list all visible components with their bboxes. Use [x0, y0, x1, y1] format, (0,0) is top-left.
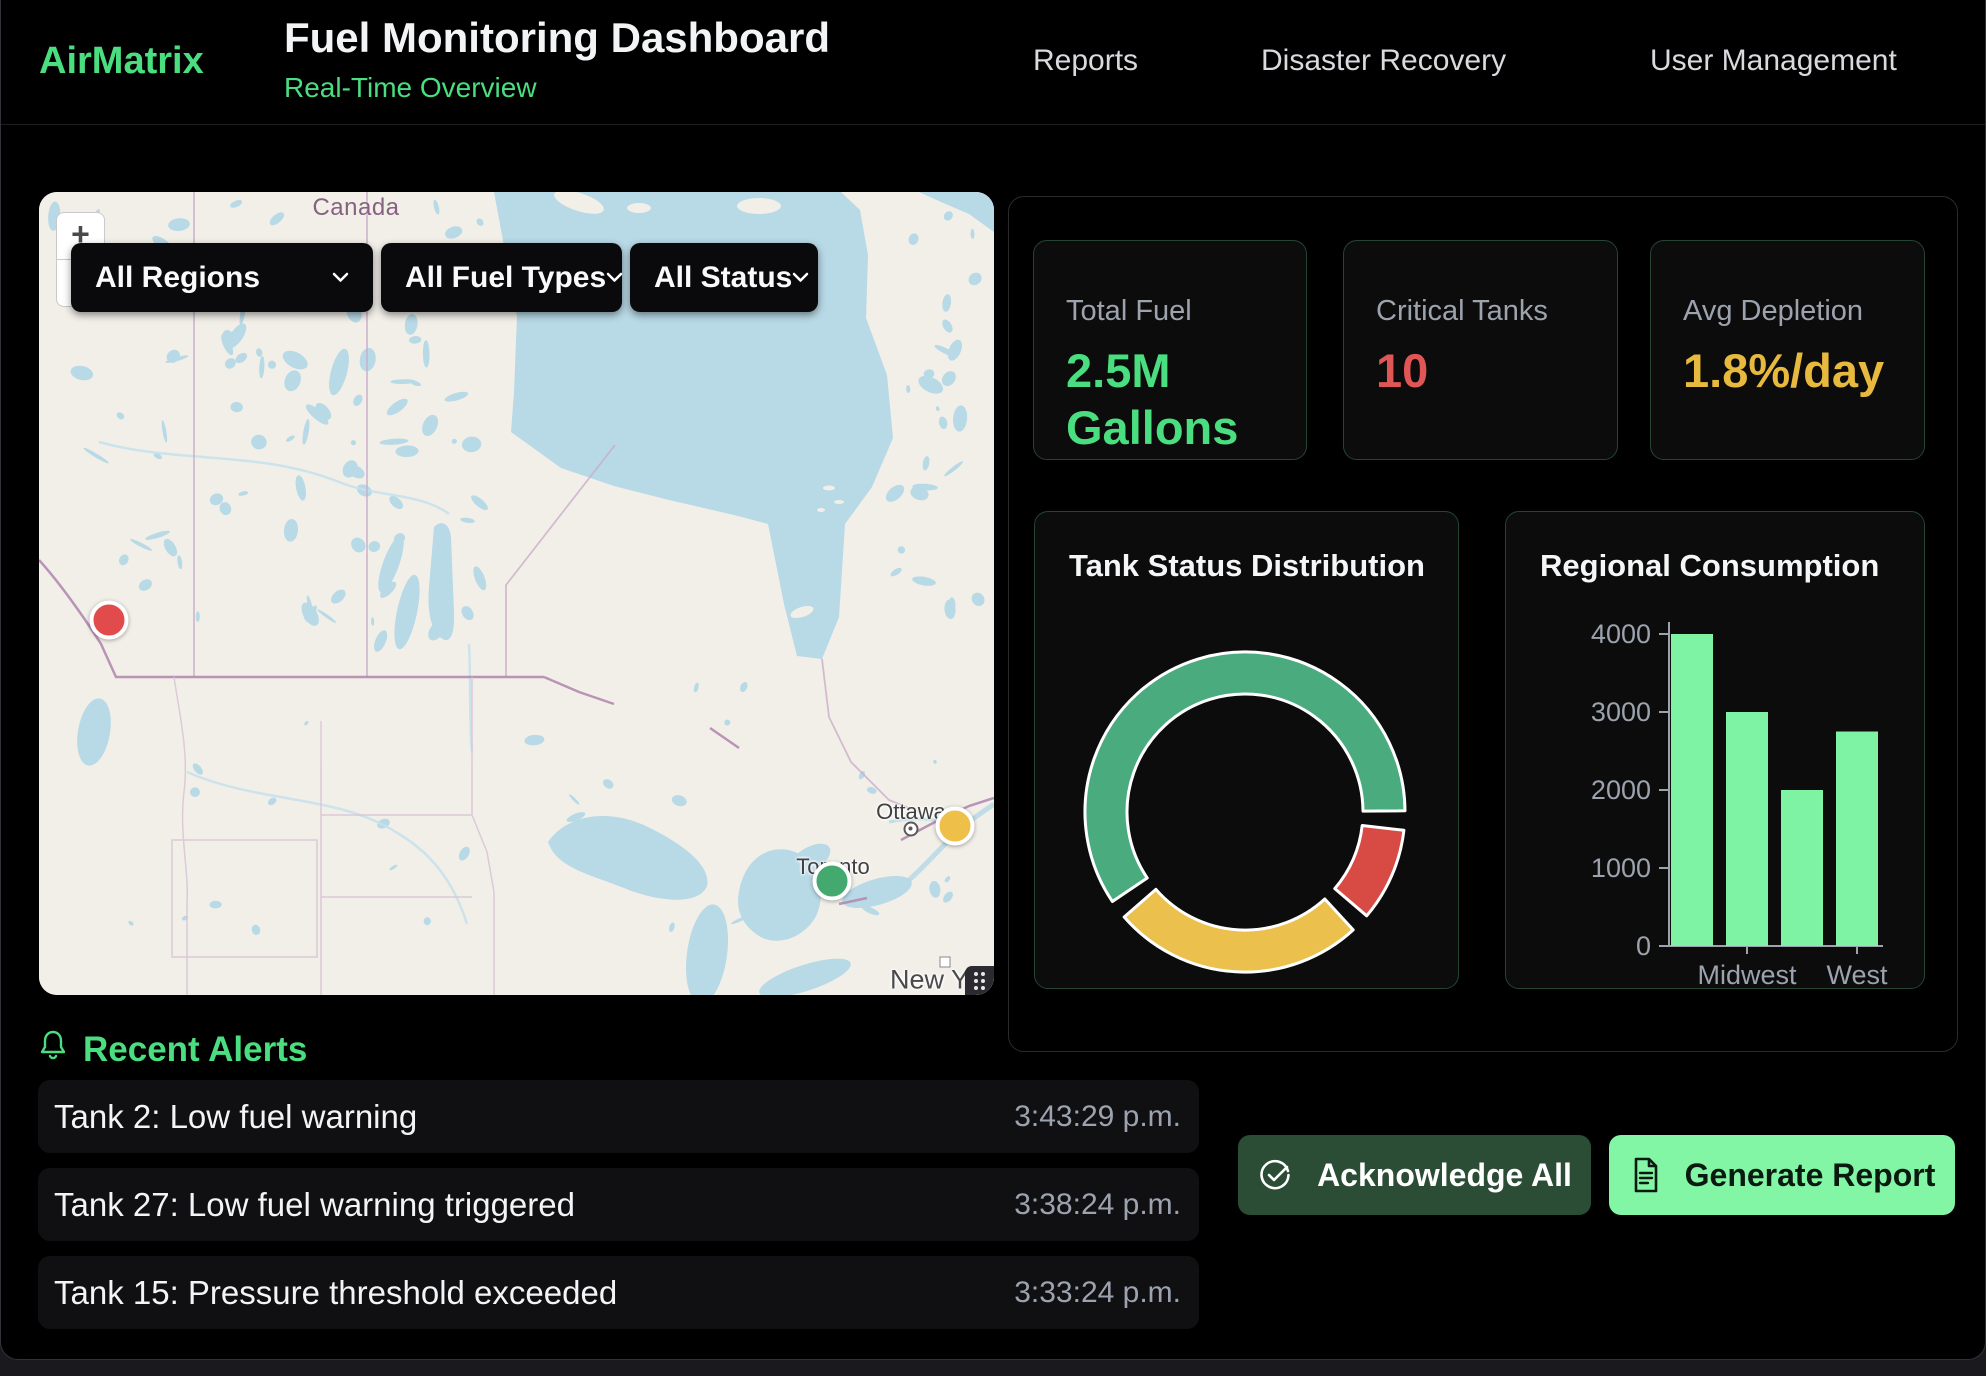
brand-logo[interactable]: AirMatrix [39, 40, 204, 83]
chevron-down-icon [332, 272, 349, 283]
metrics-panel: Total Fuel 2.5M Gallons Critical Tanks 1… [1008, 196, 1958, 1052]
svg-text:1000: 1000 [1591, 853, 1651, 883]
nav-item-user-management[interactable]: User Management [1650, 44, 1897, 78]
svg-text:4000: 4000 [1591, 619, 1651, 649]
stat-value: 2.5M Gallons [1066, 342, 1274, 457]
stat-value: 1.8%/day [1683, 342, 1892, 399]
bar-0[interactable] [1671, 634, 1713, 946]
chevron-down-icon [792, 272, 809, 283]
chart-title: Tank Status Distribution [1069, 548, 1425, 584]
alert-row: Tank 15: Pressure threshold exceeded 3:33… [38, 1256, 1199, 1329]
svg-text:0: 0 [1636, 931, 1651, 961]
town-dot-icon [940, 957, 951, 968]
svg-text:Midwest: Midwest [1697, 960, 1797, 988]
regional-consumption-chart-card: Regional Consumption 0 1000 2000 3000 4000 Mi… [1505, 511, 1925, 989]
stat-card-total-fuel: Total Fuel 2.5M Gallons [1033, 240, 1307, 460]
region-filter-dropdown[interactable]: All Regions [71, 243, 373, 312]
alert-message: Tank 15: Pressure threshold exceeded [54, 1274, 617, 1312]
stat-value: 10 [1376, 342, 1585, 399]
alert-message: Tank 2: Low fuel warning [54, 1098, 417, 1136]
stat-label: Critical Tanks [1376, 295, 1585, 328]
nav-item-disaster-recovery[interactable]: Disaster Recovery [1261, 44, 1506, 78]
alerts-heading: Recent Alerts [83, 1030, 307, 1070]
alert-row: Tank 27: Low fuel warning triggered 3:38:… [38, 1168, 1199, 1241]
alert-timestamp: 3:38:24 p.m. [1014, 1188, 1181, 1222]
map-panel[interactable]: Canada OttawaTorontoNew York + − All Reg… [39, 192, 994, 995]
acknowledge-all-button[interactable]: Acknowledge All [1238, 1135, 1591, 1215]
stat-label: Avg Depletion [1683, 295, 1892, 328]
svg-text:West: West [1826, 960, 1888, 988]
ottawa-town-icon [904, 822, 919, 837]
stat-card-critical-tanks: Critical Tanks 10 [1343, 240, 1618, 460]
chevron-down-icon [606, 272, 623, 283]
map-marker-critical[interactable] [90, 601, 129, 640]
bar-1[interactable] [1726, 712, 1768, 946]
alert-message: Tank 27: Low fuel warning triggered [54, 1186, 575, 1224]
page-title: Fuel Monitoring Dashboard [284, 14, 830, 62]
map-country-label: Canada [312, 194, 399, 222]
button-label: Generate Report [1685, 1157, 1936, 1194]
donut-segment-warning[interactable] [1124, 889, 1353, 972]
drag-dots-icon [974, 972, 985, 990]
bar-2[interactable] [1781, 790, 1823, 946]
status-filter-value: All Status [654, 261, 792, 295]
fuel-type-filter-value: All Fuel Types [405, 261, 606, 295]
alert-timestamp: 3:33:24 p.m. [1014, 1276, 1181, 1310]
app-header: AirMatrix Fuel Monitoring Dashboard Real… [1, 0, 1985, 125]
app-window: AirMatrix Fuel Monitoring Dashboard Real… [0, 0, 1986, 1360]
check-circle-icon [1257, 1157, 1293, 1193]
region-filter-value: All Regions [95, 261, 260, 295]
bar-3[interactable] [1836, 732, 1878, 947]
nav-item-reports[interactable]: Reports [1033, 44, 1138, 78]
fuel-type-filter-dropdown[interactable]: All Fuel Types [381, 243, 622, 312]
stat-card-avg-depletion: Avg Depletion 1.8%/day [1650, 240, 1925, 460]
svg-text:3000: 3000 [1591, 697, 1651, 727]
stat-label: Total Fuel [1066, 295, 1274, 328]
map-marker-warning[interactable] [936, 807, 975, 846]
bell-icon [37, 1028, 69, 1062]
alert-row: Tank 2: Low fuel warning 3:43:29 p.m. [38, 1080, 1199, 1153]
status-filter-dropdown[interactable]: All Status [630, 243, 818, 312]
page-subtitle: Real-Time Overview [284, 72, 537, 104]
chart-title: Regional Consumption [1540, 548, 1879, 584]
tank-status-chart-card: Tank Status Distribution [1034, 511, 1459, 989]
map-marker-normal[interactable] [813, 862, 852, 901]
alert-timestamp: 3:43:29 p.m. [1014, 1100, 1181, 1134]
map-resize-handle[interactable] [965, 966, 994, 995]
generate-report-button[interactable]: Generate Report [1609, 1135, 1955, 1215]
donut-segment-critical[interactable] [1335, 826, 1404, 916]
button-label: Acknowledge All [1317, 1157, 1572, 1194]
svg-text:2000: 2000 [1591, 775, 1651, 805]
document-icon [1629, 1156, 1661, 1194]
